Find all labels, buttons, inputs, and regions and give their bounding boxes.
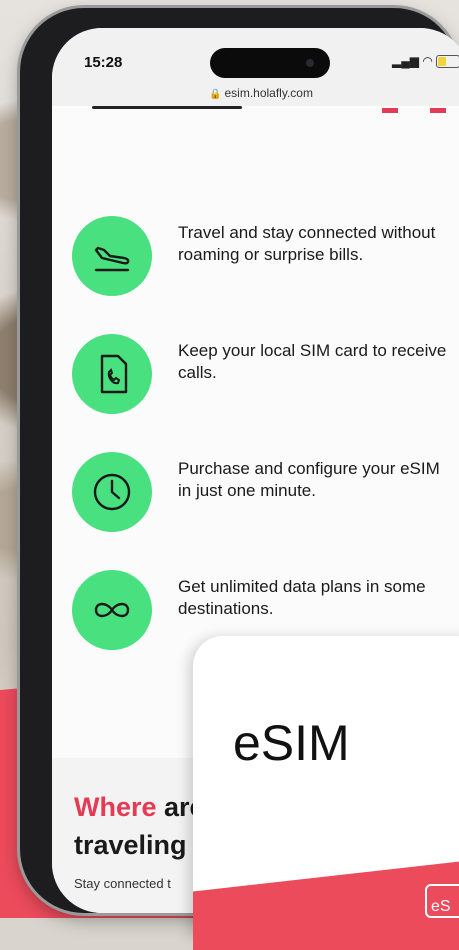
battery-icon <box>436 55 459 69</box>
feature-text: Purchase and configure your eSIM in just… <box>178 459 440 500</box>
lock-icon: 🔒 <box>209 89 222 100</box>
heading-line-2: traveling t <box>74 830 204 860</box>
dynamic-island <box>210 48 330 78</box>
phone-call-icon <box>72 334 152 414</box>
feature-list: Travel and stay connected without roamin… <box>72 216 459 688</box>
address-bar[interactable]: 🔒 esim.holafly.com <box>52 86 459 100</box>
feature-item: Travel and stay connected without roamin… <box>72 216 459 334</box>
status-time: 15:28 <box>84 54 123 71</box>
camera-dot <box>306 59 314 67</box>
system-icons: ▂▄▆ ◠ <box>392 54 459 69</box>
mini-esim-badge: eS <box>425 884 459 918</box>
signal-icon: ▂▄▆ <box>392 54 419 68</box>
section-heading: Where are traveling t <box>74 788 205 864</box>
heading-accent: Where <box>74 792 157 822</box>
url-text: esim.holafly.com <box>224 86 313 100</box>
feature-text: Get unlimited data plans in some destina… <box>178 577 426 618</box>
menu-tick <box>430 108 446 113</box>
infinity-icon <box>72 570 152 650</box>
esim-card: eSIM eS <box>193 636 459 950</box>
wifi-icon: ◠ <box>422 54 433 68</box>
menu-tick <box>382 108 398 113</box>
mini-esim-label: eS <box>431 898 451 915</box>
esim-label: eSIM <box>233 715 350 771</box>
airplane-landing-icon <box>72 216 152 296</box>
divider <box>92 106 242 109</box>
clock-icon <box>72 452 152 532</box>
status-bar: 15:28 ▂▄▆ ◠ 🔒 esim.holafly.com <box>52 28 459 106</box>
feature-text: Keep your local SIM card to receive call… <box>178 341 447 382</box>
feature-text: Travel and stay connected without roamin… <box>178 223 436 264</box>
feature-item: Purchase and configure your eSIM in just… <box>72 452 459 570</box>
card-pink-band <box>193 860 459 950</box>
section-subtext: Stay connected t <box>74 876 171 891</box>
feature-item: Keep your local SIM card to receive call… <box>72 334 459 452</box>
page-top-edge <box>52 106 459 126</box>
